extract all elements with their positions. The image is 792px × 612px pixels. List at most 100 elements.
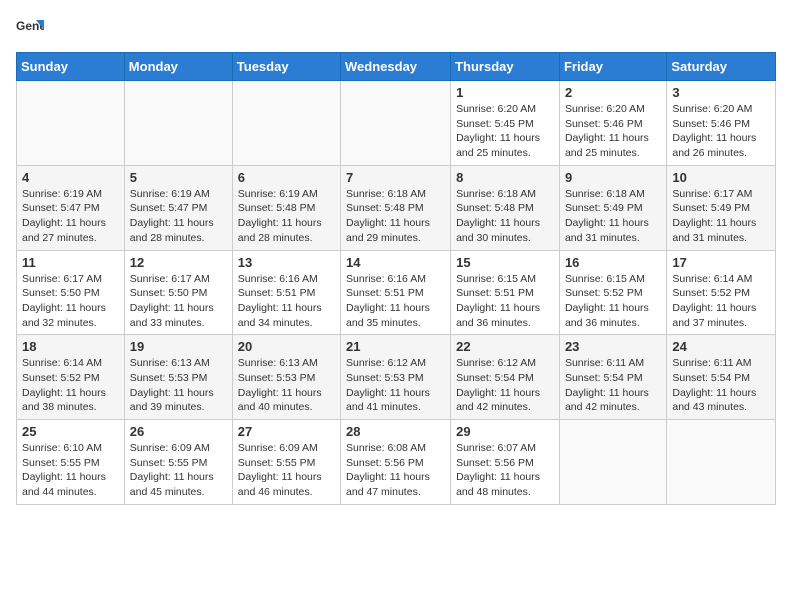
day-info: Sunrise: 6:14 AM Sunset: 5:52 PM Dayligh…: [22, 356, 119, 415]
calendar-cell: 24 Sunrise: 6:11 AM Sunset: 5:54 PM Dayli…: [667, 335, 776, 420]
page-header: General: [16, 16, 776, 44]
day-number: 9: [565, 170, 661, 185]
calendar-cell: 15 Sunrise: 6:15 AM Sunset: 5:51 PM Dayli…: [451, 250, 560, 335]
calendar-cell: 4 Sunrise: 6:19 AM Sunset: 5:47 PM Daylig…: [17, 165, 125, 250]
day-info: Sunrise: 6:15 AM Sunset: 5:52 PM Dayligh…: [565, 272, 661, 331]
day-number: 15: [456, 255, 554, 270]
calendar-cell: 21 Sunrise: 6:12 AM Sunset: 5:53 PM Dayli…: [341, 335, 451, 420]
day-number: 16: [565, 255, 661, 270]
calendar-cell: 9 Sunrise: 6:18 AM Sunset: 5:49 PM Daylig…: [559, 165, 666, 250]
calendar-cell: 28 Sunrise: 6:08 AM Sunset: 5:56 PM Dayli…: [341, 420, 451, 505]
day-info: Sunrise: 6:07 AM Sunset: 5:56 PM Dayligh…: [456, 441, 554, 500]
calendar-cell: 13 Sunrise: 6:16 AM Sunset: 5:51 PM Dayli…: [232, 250, 340, 335]
day-info: Sunrise: 6:14 AM Sunset: 5:52 PM Dayligh…: [672, 272, 770, 331]
weekday-header: Tuesday: [232, 53, 340, 81]
day-info: Sunrise: 6:13 AM Sunset: 5:53 PM Dayligh…: [238, 356, 335, 415]
day-number: 21: [346, 339, 445, 354]
calendar-cell: 11Sunrise: 6:17 AM Sunset: 5:50 PM Dayli…: [17, 250, 125, 335]
day-number: 12: [130, 255, 227, 270]
day-info: Sunrise: 6:17 AM Sunset: 5:50 PM Dayligh…: [130, 272, 227, 331]
day-info: Sunrise: 6:16 AM Sunset: 5:51 PM Dayligh…: [346, 272, 445, 331]
day-info: Sunrise: 6:20 AM Sunset: 5:46 PM Dayligh…: [672, 102, 770, 161]
calendar-cell: [17, 81, 125, 166]
calendar-cell: 3 Sunrise: 6:20 AM Sunset: 5:46 PM Daylig…: [667, 81, 776, 166]
calendar-cell: [667, 420, 776, 505]
weekday-header: Monday: [124, 53, 232, 81]
calendar-cell: 8 Sunrise: 6:18 AM Sunset: 5:48 PM Daylig…: [451, 165, 560, 250]
calendar-cell: 10 Sunrise: 6:17 AM Sunset: 5:49 PM Dayli…: [667, 165, 776, 250]
calendar-cell: [559, 420, 666, 505]
weekday-header: Saturday: [667, 53, 776, 81]
calendar-cell: [124, 81, 232, 166]
calendar-cell: [232, 81, 340, 166]
day-info: Sunrise: 6:11 AM Sunset: 5:54 PM Dayligh…: [565, 356, 661, 415]
day-number: 10: [672, 170, 770, 185]
day-number: 19: [130, 339, 227, 354]
day-info: Sunrise: 6:18 AM Sunset: 5:48 PM Dayligh…: [456, 187, 554, 246]
day-number: 7: [346, 170, 445, 185]
weekday-header: Sunday: [17, 53, 125, 81]
day-number: 13: [238, 255, 335, 270]
day-number: 8: [456, 170, 554, 185]
day-info: Sunrise: 6:19 AM Sunset: 5:48 PM Dayligh…: [238, 187, 335, 246]
day-number: 26: [130, 424, 227, 439]
calendar-cell: [341, 81, 451, 166]
calendar-cell: 29 Sunrise: 6:07 AM Sunset: 5:56 PM Dayli…: [451, 420, 560, 505]
calendar-table: SundayMondayTuesdayWednesdayThursdayFrid…: [16, 52, 776, 505]
day-info: Sunrise: 6:13 AM Sunset: 5:53 PM Dayligh…: [130, 356, 227, 415]
day-info: Sunrise: 6:08 AM Sunset: 5:56 PM Dayligh…: [346, 441, 445, 500]
day-info: Sunrise: 6:18 AM Sunset: 5:48 PM Dayligh…: [346, 187, 445, 246]
calendar-cell: 5 Sunrise: 6:19 AM Sunset: 5:47 PM Daylig…: [124, 165, 232, 250]
weekday-header: Friday: [559, 53, 666, 81]
day-info: Sunrise: 6:18 AM Sunset: 5:49 PM Dayligh…: [565, 187, 661, 246]
calendar-cell: 22 Sunrise: 6:12 AM Sunset: 5:54 PM Dayli…: [451, 335, 560, 420]
day-info: Sunrise: 6:19 AM Sunset: 5:47 PM Dayligh…: [130, 187, 227, 246]
day-info: Sunrise: 6:20 AM Sunset: 5:46 PM Dayligh…: [565, 102, 661, 161]
day-info: Sunrise: 6:19 AM Sunset: 5:47 PM Dayligh…: [22, 187, 119, 246]
day-number: 20: [238, 339, 335, 354]
day-info: Sunrise: 6:11 AM Sunset: 5:54 PM Dayligh…: [672, 356, 770, 415]
day-number: 3: [672, 85, 770, 100]
day-info: Sunrise: 6:12 AM Sunset: 5:54 PM Dayligh…: [456, 356, 554, 415]
day-number: 24: [672, 339, 770, 354]
calendar-cell: 25 Sunrise: 6:10 AM Sunset: 5:55 PM Dayli…: [17, 420, 125, 505]
day-number: 27: [238, 424, 335, 439]
day-number: 28: [346, 424, 445, 439]
calendar-cell: 18 Sunrise: 6:14 AM Sunset: 5:52 PM Dayli…: [17, 335, 125, 420]
day-number: 25: [22, 424, 119, 439]
logo: General: [16, 16, 48, 44]
day-number: 22: [456, 339, 554, 354]
logo-icon: General: [16, 16, 44, 44]
day-number: 14: [346, 255, 445, 270]
calendar-cell: 23 Sunrise: 6:11 AM Sunset: 5:54 PM Dayli…: [559, 335, 666, 420]
day-number: 6: [238, 170, 335, 185]
calendar-cell: 26Sunrise: 6:09 AM Sunset: 5:55 PM Dayli…: [124, 420, 232, 505]
calendar-cell: 17 Sunrise: 6:14 AM Sunset: 5:52 PM Dayli…: [667, 250, 776, 335]
calendar-cell: 20 Sunrise: 6:13 AM Sunset: 5:53 PM Dayli…: [232, 335, 340, 420]
day-info: Sunrise: 6:09 AM Sunset: 5:55 PM Dayligh…: [238, 441, 335, 500]
calendar-cell: 2 Sunrise: 6:20 AM Sunset: 5:46 PM Daylig…: [559, 81, 666, 166]
day-info: Sunrise: 6:10 AM Sunset: 5:55 PM Dayligh…: [22, 441, 119, 500]
day-info: Sunrise: 6:15 AM Sunset: 5:51 PM Dayligh…: [456, 272, 554, 331]
day-number: 29: [456, 424, 554, 439]
day-info: Sunrise: 6:17 AM Sunset: 5:49 PM Dayligh…: [672, 187, 770, 246]
day-number: 2: [565, 85, 661, 100]
calendar-cell: 27 Sunrise: 6:09 AM Sunset: 5:55 PM Dayli…: [232, 420, 340, 505]
day-info: Sunrise: 6:12 AM Sunset: 5:53 PM Dayligh…: [346, 356, 445, 415]
day-number: 17: [672, 255, 770, 270]
day-number: 18: [22, 339, 119, 354]
calendar-cell: 16 Sunrise: 6:15 AM Sunset: 5:52 PM Dayli…: [559, 250, 666, 335]
day-info: Sunrise: 6:20 AM Sunset: 5:45 PM Dayligh…: [456, 102, 554, 161]
calendar-cell: 12 Sunrise: 6:17 AM Sunset: 5:50 PM Dayli…: [124, 250, 232, 335]
calendar-cell: 19 Sunrise: 6:13 AM Sunset: 5:53 PM Dayli…: [124, 335, 232, 420]
day-number: 4: [22, 170, 119, 185]
weekday-header: Thursday: [451, 53, 560, 81]
calendar-cell: 14 Sunrise: 6:16 AM Sunset: 5:51 PM Dayli…: [341, 250, 451, 335]
day-number: 23: [565, 339, 661, 354]
calendar-cell: 6 Sunrise: 6:19 AM Sunset: 5:48 PM Daylig…: [232, 165, 340, 250]
calendar-cell: 7 Sunrise: 6:18 AM Sunset: 5:48 PM Daylig…: [341, 165, 451, 250]
day-info: Sunrise: 6:16 AM Sunset: 5:51 PM Dayligh…: [238, 272, 335, 331]
day-number: 1: [456, 85, 554, 100]
day-number: 11: [22, 255, 119, 270]
day-number: 5: [130, 170, 227, 185]
